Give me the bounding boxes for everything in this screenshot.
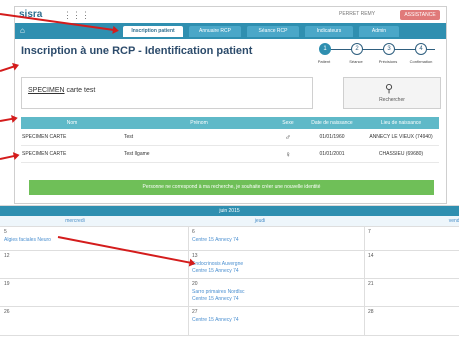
tab-annuaire-rcp[interactable]: Annuaire RCP xyxy=(189,26,241,37)
step-1: 1 xyxy=(319,43,331,55)
annotation-arrow-search xyxy=(0,117,14,122)
calendar-day[interactable]: 26 xyxy=(0,307,189,335)
cell-date: 01/01/2001 xyxy=(301,145,363,163)
col-nom: Nom xyxy=(21,117,123,129)
tab-admin[interactable]: Admin xyxy=(359,26,399,37)
rcp-registration-window: sisra ⋮⋮⋮ PERRET REMY ASSISTANCE ⌂ Inscr… xyxy=(14,6,447,204)
step-4-label: Confirmation xyxy=(409,59,433,64)
weekday-fri: vendr xyxy=(448,218,459,224)
calendar-day[interactable]: 13 Endocrinosis Auvergne Centre 15 Annec… xyxy=(188,251,365,279)
assistance-button[interactable]: ASSISTANCE xyxy=(400,10,440,20)
day-number: 20 xyxy=(192,281,198,287)
calendar-event[interactable]: Sarro primaires Nordlsc xyxy=(192,289,245,295)
create-identity-button[interactable]: Personne ne correspond à ma recherche, j… xyxy=(29,180,434,195)
search-value: SPECIMEN carte test xyxy=(28,87,95,94)
search-button-label: Rechercher xyxy=(379,97,405,103)
day-number: 6 xyxy=(192,229,195,235)
page-title: Inscription à une RCP - Identification p… xyxy=(21,45,253,57)
calendar-week-2: 12 13 Endocrinosis Auvergne Centre 15 An… xyxy=(0,250,459,279)
calendar-day[interactable]: 21 xyxy=(364,279,459,307)
calendar-day[interactable]: 7 xyxy=(364,227,459,251)
calendar-event[interactable]: Endocrinosis Auvergne xyxy=(192,261,243,267)
step-3-label: Précisions xyxy=(378,59,398,64)
step-progress: 1 2 3 4 Patient Séance Précisions Confir… xyxy=(317,43,443,69)
calendar-event[interactable]: Centre 15 Annecy 74 xyxy=(192,237,239,243)
day-number: 12 xyxy=(4,253,10,259)
apps-grid-icon[interactable]: ⋮⋮⋮ xyxy=(63,10,90,20)
cell-prenom: Test Ilgame xyxy=(123,145,275,163)
annotation-arrow-results xyxy=(0,154,16,160)
col-lieu: Lieu de naissance xyxy=(363,117,439,129)
day-number: 28 xyxy=(368,309,374,315)
calendar-day[interactable]: 14 xyxy=(364,251,459,279)
weekday-thu: jeudi xyxy=(254,218,266,224)
col-sexe: Sexe xyxy=(275,117,301,129)
calendar-event[interactable]: Algies faciales Neuro xyxy=(4,237,51,243)
calendar-weekdays: mercredi jeudi vendr xyxy=(0,216,459,226)
calendar-day[interactable]: 5 Algies faciales Neuro xyxy=(0,227,189,251)
table-row[interactable]: SPECIMEN CARTE Test Ilgame ♀ 01/01/2001 … xyxy=(21,145,439,163)
step-2: 2 xyxy=(351,43,363,55)
male-icon: ♂ xyxy=(275,129,301,146)
search-value-rest: carte test xyxy=(64,87,96,94)
col-date: Date de naissance xyxy=(301,117,363,129)
user-name[interactable]: PERRET REMY xyxy=(339,11,375,17)
search-button[interactable]: ⚲ Rechercher xyxy=(343,77,441,109)
day-number: 19 xyxy=(4,281,10,287)
calendar-day[interactable]: 6 Centre 15 Annecy 74 xyxy=(188,227,365,251)
results-header-row: Nom Prénom Sexe Date de naissance Lieu d… xyxy=(21,117,439,129)
calendar-day[interactable]: 20 Sarro primaires Nordlsc Centre 15 Ann… xyxy=(188,279,365,307)
rcp-calendar: juin 2015 mercredi jeudi vendr 5 Algies … xyxy=(0,205,459,344)
calendar-week-3: 19 20 Sarro primaires Nordlsc Centre 15 … xyxy=(0,278,459,307)
tab-seance-rcp[interactable]: Séance RCP xyxy=(247,26,299,37)
calendar-event[interactable]: Centre 15 Annecy 74 xyxy=(192,317,239,323)
calendar-event[interactable]: Centre 15 Annecy 74 xyxy=(192,268,239,274)
cell-prenom: Test xyxy=(123,129,275,146)
cell-lieu: ANNECY LE VIEUX (74940) xyxy=(363,129,439,146)
col-prenom: Prénom xyxy=(123,117,275,129)
patient-search-input[interactable]: SPECIMEN carte test xyxy=(21,77,313,109)
calendar-event[interactable]: Centre 15 Annecy 74 xyxy=(192,296,239,302)
day-number: 5 xyxy=(4,229,7,235)
day-number: 26 xyxy=(4,309,10,315)
step-1-label: Patient xyxy=(317,59,331,64)
day-number: 21 xyxy=(368,281,374,287)
app-header: sisra ⋮⋮⋮ PERRET REMY ASSISTANCE xyxy=(15,7,446,23)
calendar-week-4: 26 27 Centre 15 Annecy 74 28 xyxy=(0,306,459,336)
cell-date: 01/01/1960 xyxy=(301,129,363,146)
cell-lieu: CHASSIEU (69680) xyxy=(363,145,439,163)
step-4: 4 xyxy=(415,43,427,55)
table-row[interactable]: SPECIMEN CARTE Test ♂ 01/01/1960 ANNECY … xyxy=(21,129,439,146)
calendar-month: juin 2015 xyxy=(0,206,459,216)
home-icon[interactable]: ⌂ xyxy=(20,26,29,35)
tab-inscription-patient[interactable]: Inscription patient xyxy=(123,26,183,37)
calendar-day[interactable]: 19 xyxy=(0,279,189,307)
day-number: 14 xyxy=(368,253,374,259)
day-number: 27 xyxy=(192,309,198,315)
weekday-wed: mercredi xyxy=(65,218,85,224)
female-icon: ♀ xyxy=(275,145,301,163)
results-table: Nom Prénom Sexe Date de naissance Lieu d… xyxy=(21,117,439,163)
step-3: 3 xyxy=(383,43,395,55)
cell-nom: SPECIMEN CARTE xyxy=(21,129,123,146)
day-number: 13 xyxy=(192,253,198,259)
calendar-day[interactable]: 27 Centre 15 Annecy 74 xyxy=(188,307,365,335)
calendar-day[interactable]: 28 xyxy=(364,307,459,335)
day-number: 7 xyxy=(368,229,371,235)
tab-indicateurs[interactable]: Indicateurs xyxy=(305,26,353,37)
search-icon: ⚲ xyxy=(385,83,394,95)
search-value-underlined: SPECIMEN xyxy=(28,87,65,94)
step-2-label: Séance xyxy=(349,59,363,64)
cell-nom: SPECIMEN CARTE xyxy=(21,145,123,163)
